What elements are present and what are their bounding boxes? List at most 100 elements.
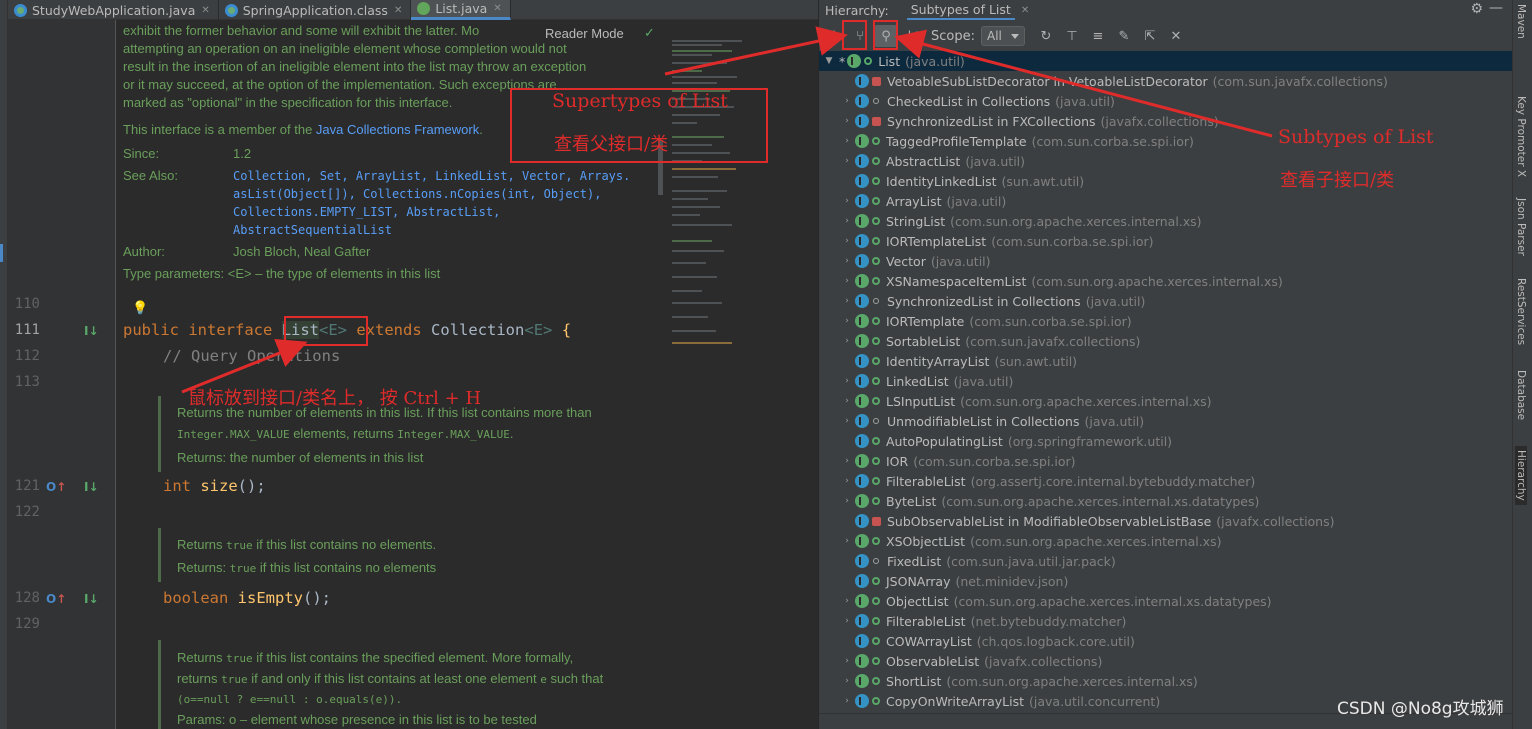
sidebar-item-maven[interactable]: Maven (1515, 4, 1527, 39)
reader-mode-button[interactable]: Reader Mode (545, 26, 624, 41)
gear-icon[interactable]: ⚙ (1470, 1, 1483, 17)
tree-row[interactable]: SubObservableList in ModifiableObservabl… (819, 511, 1513, 531)
method-name[interactable]: size (200, 477, 237, 495)
tab-subtypes-of-list[interactable]: Subtypes of List (906, 0, 1015, 20)
tab-list-java[interactable]: List.java ✕ (411, 0, 511, 20)
chevron-right-icon[interactable]: › (841, 376, 853, 386)
tree-row[interactable]: › ObjectList (com.sun.org.apache.xerces.in… (819, 591, 1513, 611)
close-icon[interactable]: ✕ (493, 3, 501, 14)
tree-row[interactable]: › IORTemplate (com.sun.corba.se.spi.ior) (819, 311, 1513, 331)
chevron-right-icon[interactable]: › (841, 536, 853, 546)
chevron-right-icon[interactable]: › (841, 256, 853, 266)
tree-item-package: (com.sun.org.apache.xerces.internal.xs) (950, 213, 1202, 229)
close-icon[interactable]: ✕ (1021, 5, 1029, 16)
implemented-by-icon[interactable]: I↓ (84, 324, 99, 338)
parent-type[interactable]: Collection (431, 321, 524, 339)
expand-all-icon[interactable]: ⊤ (1061, 25, 1083, 47)
chevron-right-icon[interactable]: › (841, 496, 853, 506)
tab-spring-application[interactable]: SpringApplication.class ✕ (219, 0, 412, 20)
code-line-128[interactable]: boolean isEmpty(); (163, 589, 331, 607)
code-line-112[interactable]: // Query Operations (163, 347, 340, 365)
refresh-icon[interactable]: ↻ (1035, 25, 1057, 47)
sidebar-item-json-parser[interactable]: Json Parser (1515, 198, 1527, 256)
chevron-right-icon[interactable]: › (841, 276, 853, 286)
see-also-line[interactable]: asList(Object[]), Collections.nCopies(in… (233, 185, 630, 203)
sidebar-item-hierarchy[interactable]: Hierarchy (1515, 446, 1527, 505)
chevron-right-icon[interactable]: › (841, 136, 853, 146)
implemented-by-icon[interactable]: I↓ (84, 480, 99, 494)
tree-row[interactable]: COWArrayList (ch.qos.logback.core.util) (819, 631, 1513, 651)
chevron-down-icon[interactable]: ▼ (823, 56, 835, 66)
chevron-right-icon[interactable]: › (841, 316, 853, 326)
tree-row[interactable]: › LinkedList (java.util) (819, 371, 1513, 391)
tree-row[interactable]: › ObservableList (javafx.collections) (819, 651, 1513, 671)
chevron-right-icon[interactable]: › (841, 396, 853, 406)
sidebar-item-key-promoter[interactable]: Key Promoter X (1515, 96, 1527, 177)
tree-row[interactable]: › Vector (java.util) (819, 251, 1513, 271)
see-also-links[interactable]: Collection, Set, ArrayList, LinkedList, … (233, 167, 630, 239)
tree-row[interactable]: FixedList (com.sun.java.util.jar.pack) (819, 551, 1513, 571)
hierarchy-tree[interactable]: ▼ * List (java.util) VetoableSubListDeco… (819, 51, 1513, 713)
minimize-icon[interactable]: — (1489, 0, 1503, 16)
chevron-right-icon[interactable]: › (841, 116, 853, 126)
chevron-right-icon[interactable]: › (841, 656, 853, 666)
tree-row[interactable]: › SortableList (com.sun.javafx.collections… (819, 331, 1513, 351)
chevron-right-icon[interactable]: › (841, 96, 853, 106)
chevron-right-icon[interactable]: › (841, 336, 853, 346)
see-also-line[interactable]: Collections.EMPTY_LIST, AbstractList, (233, 203, 630, 221)
pin-icon[interactable]: ✎ (1113, 25, 1135, 47)
tree-row[interactable]: › UnmodifiableList in Collections (java.ut… (819, 411, 1513, 431)
code-line-121[interactable]: int size(); (163, 477, 266, 495)
chevron-right-icon[interactable]: › (841, 156, 853, 166)
chevron-right-icon[interactable]: › (841, 216, 853, 226)
overrides-icon[interactable]: O↑ (46, 592, 66, 606)
chevron-right-icon[interactable]: › (841, 476, 853, 486)
overrides-icon[interactable]: O↑ (46, 480, 66, 494)
tree-root[interactable]: ▼ * List (java.util) (819, 51, 1513, 71)
tree-row[interactable]: › SynchronizedList in Collections (java.ut… (819, 291, 1513, 311)
tree-row[interactable]: › LSInputList (com.sun.org.apache.xerces.i… (819, 391, 1513, 411)
chevron-right-icon[interactable]: › (841, 596, 853, 606)
sidebar-item-database[interactable]: Database (1515, 370, 1527, 420)
sidebar-item-rest-services[interactable]: RestServices (1515, 278, 1527, 345)
implemented-by-icon[interactable]: I↓ (84, 592, 99, 606)
tab-study-web-application[interactable]: StudyWebApplication.java ✕ (8, 0, 219, 20)
close-icon[interactable]: ✕ (201, 5, 209, 16)
chevron-right-icon[interactable]: › (841, 296, 853, 306)
tree-row[interactable]: › ShortList (com.sun.org.apache.xerces.int… (819, 671, 1513, 691)
tree-row[interactable]: AutoPopulatingList (org.springframework.u… (819, 431, 1513, 451)
chevron-right-icon[interactable]: › (841, 616, 853, 626)
see-also-line[interactable]: Collection, Set, ArrayList, LinkedList, … (233, 167, 630, 185)
chevron-right-icon[interactable]: › (841, 236, 853, 246)
chevron-right-icon[interactable]: › (841, 456, 853, 466)
tree-row[interactable]: › FilterableList (org.assertj.core.interna… (819, 471, 1513, 491)
collapse-all-icon[interactable]: ≡ (1087, 25, 1109, 47)
tree-row[interactable]: JSONArray (net.minidev.json) (819, 571, 1513, 591)
tree-row[interactable]: › AbstractList (java.util) (819, 151, 1513, 171)
tree-row[interactable]: › IOR (com.sun.corba.se.spi.ior) (819, 451, 1513, 471)
tree-row[interactable]: › XSObjectList (com.sun.org.apache.xerces.… (819, 531, 1513, 551)
tree-row[interactable]: › IORTemplateList (com.sun.corba.se.spi.io… (819, 231, 1513, 251)
close-icon[interactable]: ✕ (394, 5, 402, 16)
method-name[interactable]: isEmpty (238, 589, 303, 607)
collections-framework-link[interactable]: Java Collections Framework (316, 122, 479, 137)
lightbulb-icon[interactable]: 💡 (132, 301, 148, 316)
export-icon[interactable]: ⇱ (1139, 25, 1161, 47)
tree-row[interactable]: › XSNamespaceItemList (com.sun.org.apache.… (819, 271, 1513, 291)
chevron-right-icon[interactable]: › (841, 696, 853, 706)
scope-select[interactable]: All (980, 26, 1025, 46)
sort-alphabetically-button[interactable]: ↓ᵃ (901, 25, 923, 47)
tree-row[interactable]: › ByteList (com.sun.org.apache.xerces.inte… (819, 491, 1513, 511)
tree-row[interactable]: IdentityArrayList (sun.awt.util) (819, 351, 1513, 371)
see-also-line[interactable]: AbstractSequentialList (233, 221, 630, 239)
tree-row[interactable]: › FilterableList (net.bytebuddy.matcher) (819, 611, 1513, 631)
chevron-right-icon[interactable]: › (841, 196, 853, 206)
tree-row[interactable]: › ArrayList (java.util) (819, 191, 1513, 211)
close-icon[interactable]: ✕ (1165, 25, 1187, 47)
tree-row[interactable]: › CheckedList in Collections (java.util) (819, 91, 1513, 111)
chevron-right-icon[interactable]: › (841, 416, 853, 426)
tree-row[interactable]: IdentityLinkedList (sun.awt.util) (819, 171, 1513, 191)
chevron-right-icon[interactable]: › (841, 676, 853, 686)
tree-row[interactable]: VetoableSubListDecorator in VetoableList… (819, 71, 1513, 91)
tree-row[interactable]: › StringList (com.sun.org.apache.xerces.in… (819, 211, 1513, 231)
